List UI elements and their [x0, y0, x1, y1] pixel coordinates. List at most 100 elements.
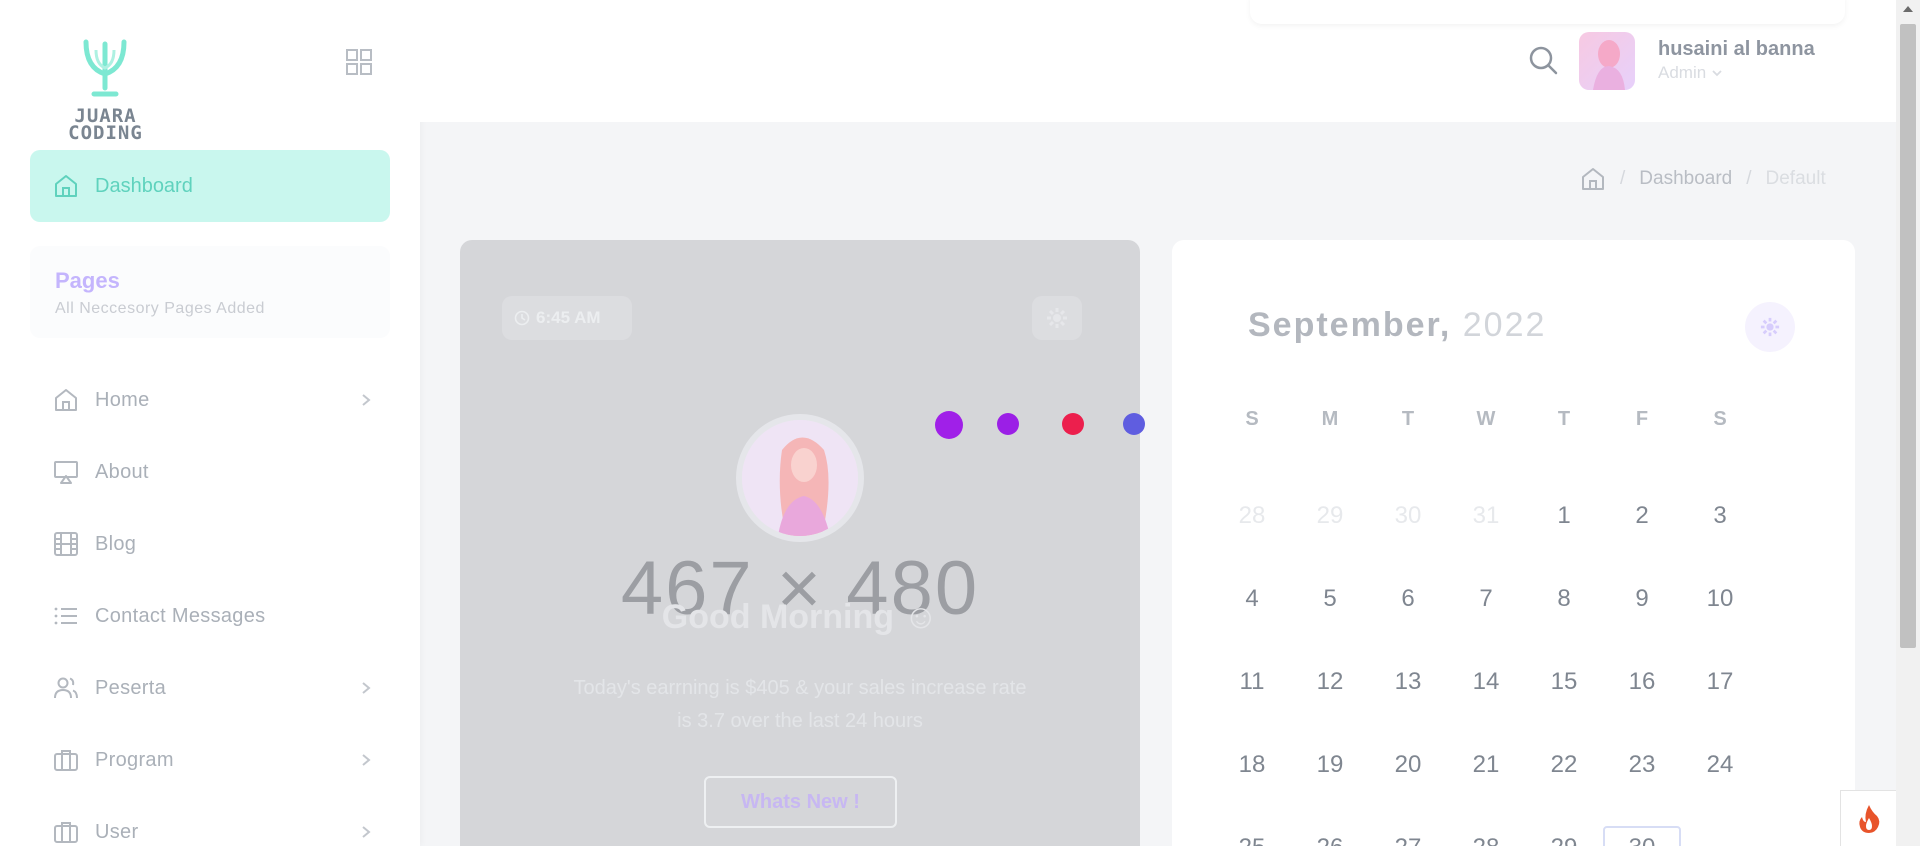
scroll-up-arrow[interactable]	[1903, 6, 1913, 12]
calendar-day[interactable]: 5	[1291, 585, 1369, 613]
gear-icon	[1760, 317, 1780, 337]
calendar-day[interactable]: 31	[1447, 502, 1525, 530]
greeting-heading: Good Morning ☺	[460, 598, 1140, 637]
user-name[interactable]: husaini al banna	[1658, 38, 1815, 61]
list-icon	[54, 607, 77, 625]
sidebar-item-contact-messages[interactable]: Contact Messages	[53, 596, 373, 636]
calendar-day[interactable]: 1	[1525, 502, 1603, 530]
pages-title: Pages	[55, 268, 120, 293]
calendar-day[interactable]: 16	[1603, 668, 1681, 696]
calendar-day[interactable]: 27	[1369, 834, 1447, 846]
fire-button[interactable]	[1840, 790, 1896, 846]
sidebar-item-label: User	[95, 820, 139, 843]
fire-icon	[1858, 804, 1879, 833]
calendar-day[interactable]: 28	[1213, 502, 1291, 530]
trophy-logo-icon	[83, 39, 127, 97]
scrollbar-thumb[interactable]	[1900, 24, 1916, 648]
weekday-label: T	[1557, 408, 1571, 430]
calendar-day[interactable]: 7	[1447, 585, 1525, 613]
avatar-image	[1593, 40, 1625, 90]
calendar-day[interactable]: 19	[1291, 751, 1369, 779]
sidebar-item-peserta[interactable]: Peserta	[53, 668, 373, 708]
sidebar: JUARA CODING Dashboard Pages All Necceso…	[0, 0, 420, 846]
pages-subtitle: All Neccesory Pages Added	[55, 300, 265, 317]
loader-dot	[997, 413, 1019, 435]
gear-icon	[1047, 308, 1067, 328]
calendar-day[interactable]: 21	[1447, 751, 1525, 779]
welcome-avatar	[736, 414, 864, 542]
calendar-day[interactable]: 25	[1213, 834, 1291, 846]
avatar-image	[742, 420, 858, 536]
calendar-day[interactable]: 22	[1525, 751, 1603, 779]
calendar-day[interactable]: 8	[1525, 585, 1603, 613]
calendar-day[interactable]: 28	[1447, 834, 1525, 846]
calendar-day[interactable]: 23	[1603, 751, 1681, 779]
home-icon[interactable]	[1580, 166, 1606, 192]
welcome-settings-button[interactable]	[1032, 296, 1082, 340]
calendar-day[interactable]: 18	[1213, 751, 1291, 779]
breadcrumb-separator: /	[1746, 168, 1752, 189]
calendar-day[interactable]: 30	[1369, 502, 1447, 530]
calendar-day-today[interactable]: 30	[1603, 826, 1681, 846]
calendar-day[interactable]: 17	[1681, 668, 1759, 696]
calendar-day[interactable]: 4	[1213, 585, 1291, 613]
home-icon	[55, 389, 77, 411]
chevron-right-icon	[362, 826, 371, 838]
whats-new-button[interactable]: Whats New !	[704, 776, 897, 828]
calendar-day[interactable]: 6	[1369, 585, 1447, 613]
search-icon[interactable]	[1528, 45, 1558, 75]
calendar-day[interactable]: 14	[1447, 668, 1525, 696]
calendar-day[interactable]: 12	[1291, 668, 1369, 696]
sidebar-item-blog[interactable]: Blog	[53, 524, 373, 564]
calendar-day[interactable]: 9	[1603, 585, 1681, 613]
user-role-dropdown[interactable]: Admin	[1658, 63, 1723, 83]
pages-info-box: Pages All Neccesory Pages Added	[30, 246, 390, 338]
calendar-day[interactable]: 13	[1369, 668, 1447, 696]
chevron-right-icon	[362, 754, 371, 766]
weekday-label: S	[1245, 408, 1259, 430]
calendar-day[interactable]: 15	[1525, 668, 1603, 696]
page-scrollbar[interactable]	[1896, 0, 1920, 846]
sidebar-item-dashboard[interactable]: Dashboard	[30, 150, 390, 222]
avatar[interactable]	[1579, 32, 1635, 90]
calendar-day[interactable]: 11	[1213, 668, 1291, 696]
briefcase-icon	[54, 750, 78, 771]
sidebar-item-program[interactable]: Program	[53, 740, 373, 780]
calendar-day[interactable]: 26	[1291, 834, 1369, 846]
time-text: 6:45 AM	[536, 308, 601, 327]
film-icon	[54, 532, 78, 556]
chevron-right-icon	[362, 682, 371, 694]
airplay-icon	[54, 461, 78, 484]
calendar-card: September, 2022 S M T W T F S 28 29 30 31 1 2…	[1172, 240, 1855, 846]
calendar-day[interactable]: 10	[1681, 585, 1759, 613]
loader-dot	[1123, 413, 1145, 435]
sidebar-item-label: Dashboard	[95, 174, 193, 197]
weekday-label: S	[1713, 408, 1727, 430]
sidebar-item-label: Contact Messages	[95, 604, 266, 627]
users-icon	[54, 677, 78, 699]
grid-icon[interactable]	[345, 48, 373, 76]
breadcrumb-dashboard[interactable]: Dashboard	[1639, 168, 1732, 190]
calendar-day[interactable]: 29	[1291, 502, 1369, 530]
breadcrumb-default: Default	[1765, 168, 1826, 189]
sidebar-item-home[interactable]: Home	[53, 380, 373, 420]
sidebar-item-user[interactable]: User	[53, 812, 373, 846]
time-badge: 6:45 AM	[502, 296, 632, 340]
briefcase-icon	[54, 822, 78, 843]
chevron-right-icon	[362, 394, 371, 406]
breadcrumb-separator: /	[1620, 168, 1626, 189]
sidebar-item-label: Peserta	[95, 676, 167, 699]
top-strip	[1250, 0, 1845, 24]
calendar-day[interactable]: 20	[1369, 751, 1447, 779]
calendar-day[interactable]: 2	[1603, 502, 1681, 530]
calendar-settings-button[interactable]	[1745, 302, 1795, 352]
sidebar-item-about[interactable]: About	[53, 452, 373, 492]
calendar-year: 2022	[1462, 306, 1547, 344]
calendar-day[interactable]: 3	[1681, 502, 1759, 530]
calendar-day[interactable]: 29	[1525, 834, 1603, 846]
brand-logo[interactable]: JUARA CODING	[48, 38, 163, 144]
calendar-day[interactable]: 24	[1681, 751, 1759, 779]
calendar-title: September, 2022	[1248, 306, 1546, 345]
greeting-emoji: ☺	[903, 598, 939, 636]
calendar-month: September,	[1248, 306, 1452, 344]
